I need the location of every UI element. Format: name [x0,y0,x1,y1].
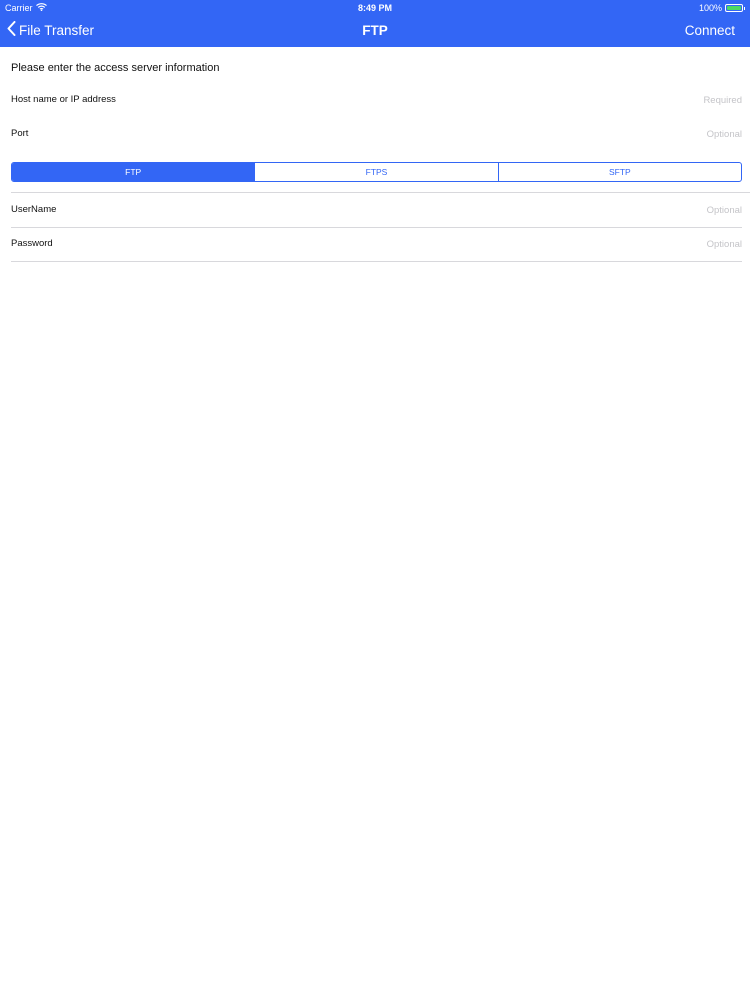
port-input[interactable] [382,126,742,142]
segment-ftps[interactable]: FTPS [254,163,497,181]
password-row: Password [11,227,742,262]
username-label: UserName [11,204,57,215]
protocol-segmented-control: FTP FTPS SFTP [11,162,742,182]
status-bar: Carrier 8:49 PM 100% [0,0,750,16]
status-battery: 100% [699,3,745,13]
battery-fill [727,6,741,10]
connect-button[interactable]: Connect [685,23,735,38]
segment-sftp[interactable]: SFTP [497,163,741,181]
nav-bar: File Transfer FTP Connect [0,16,750,47]
header: Carrier 8:49 PM 100% File Transfer FTP C… [0,0,750,47]
battery-icon [725,4,743,12]
port-label: Port [11,128,29,139]
password-label: Password [11,238,53,249]
username-input[interactable] [382,202,742,218]
username-row: UserName [11,193,742,228]
status-time: 8:49 PM [357,3,392,13]
port-row: Port [11,117,742,151]
host-label: Host name or IP address [11,94,116,105]
battery-tip [744,6,745,10]
password-input[interactable] [382,236,742,252]
battery-percent: 100% [698,3,722,13]
form-intro: Please enter the access server informati… [11,62,220,74]
segment-ftp[interactable]: FTP [12,163,255,181]
host-input[interactable] [382,92,742,108]
page-title: FTP [362,23,388,38]
host-row: Host name or IP address [11,83,742,117]
